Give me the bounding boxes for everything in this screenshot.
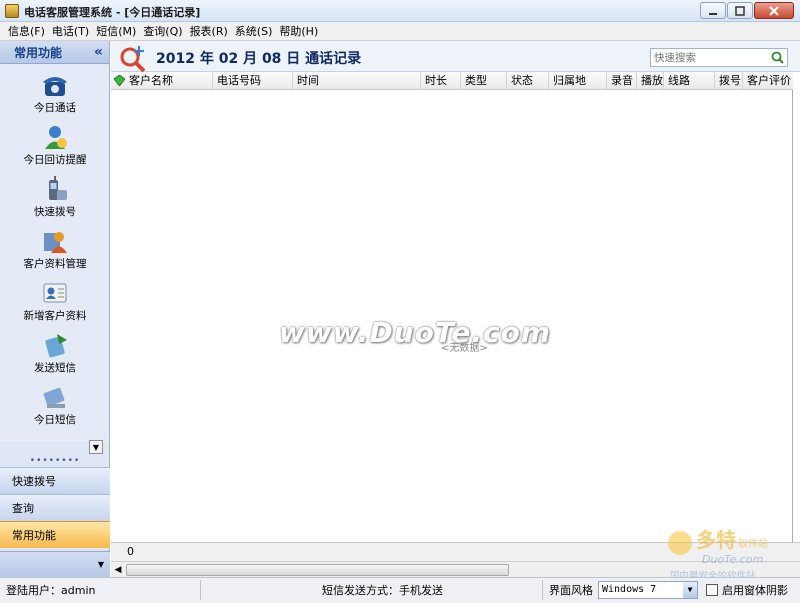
column-header-play[interactable]: 播放	[637, 72, 664, 90]
window-shadow-checkbox[interactable]	[706, 584, 718, 596]
duote-logo: 多特 软件站 DuoTe.com 国内最安全的软件站	[668, 528, 768, 581]
chevron-down-icon: ▼	[92, 442, 100, 452]
nav-query[interactable]: 查询	[0, 494, 110, 521]
logo-tag: 软件站	[738, 537, 768, 550]
sidebar-splitter[interactable]: ••••••••	[0, 457, 110, 466]
page-title: 2012 年 02 月 08 日 通话记录	[156, 51, 362, 67]
window-controls	[699, 2, 794, 19]
column-header-type[interactable]: 类型	[461, 72, 507, 90]
main-header: 2012 年 02 月 08 日 通话记录	[111, 41, 800, 72]
minimize-button[interactable]	[700, 2, 726, 19]
search-magnifier-icon	[120, 46, 146, 72]
sidebar-item-customer-data[interactable]: 客户资料管理	[0, 224, 110, 276]
customer-data-icon	[44, 232, 67, 253]
column-header-duration[interactable]: 时长	[421, 72, 461, 90]
menu-info[interactable]: 信息(F)	[8, 23, 45, 39]
column-header-line[interactable]: 线路	[664, 72, 715, 90]
sms-mode-text: 短信发送方式：手机发送	[322, 584, 443, 597]
chevron-down-icon[interactable]: ▼	[98, 560, 104, 569]
main-panel: 2012 年 02 月 08 日 通话记录 客户名称 电话号码 时间 时长 类型…	[111, 41, 800, 577]
close-icon	[769, 5, 779, 16]
sidebar-footer: ▼	[0, 551, 110, 577]
grid-header: 客户名称 电话号码 时间 时长 类型 状态 归属地 录音 播放 线路 拨号 客户…	[111, 72, 793, 90]
gem-icon	[114, 75, 125, 86]
sidebar-item-today-sms[interactable]: 今日短信	[0, 380, 110, 432]
today-sms-icon	[43, 387, 65, 408]
send-sms-icon	[45, 334, 67, 358]
column-header-time[interactable]: 时间	[293, 72, 421, 90]
status-bar: 登陆用户：admin 短信发送方式：手机发送 界面风格 Windows 7 ▼ …	[0, 577, 800, 603]
sidebar-item-label: 快速拨号	[34, 206, 76, 218]
search-icon[interactable]	[771, 51, 784, 64]
logo-domain: DuoTe.com	[702, 553, 763, 566]
column-header-recording[interactable]: 录音	[607, 72, 637, 90]
column-header-customer-rating[interactable]: 客户评价	[743, 72, 793, 90]
call-records-grid[interactable]: 客户名称 电话号码 时间 时长 类型 状态 归属地 录音 播放 线路 拨号 客户…	[111, 72, 793, 542]
menu-help[interactable]: 帮助(H)	[279, 23, 318, 39]
window-shadow-label: 启用窗体阴影	[722, 584, 788, 597]
status-divider	[200, 580, 201, 600]
column-header-status[interactable]: 状态	[507, 72, 549, 90]
sidebar: 常用功能 « 今日通话 今日回访提醒 快速拨号 客户资料管理 新增客户资料 发送…	[0, 41, 110, 577]
sidebar-item-label: 新增客户资料	[23, 310, 87, 322]
collapse-icon[interactable]: «	[94, 44, 103, 60]
column-header-location[interactable]: 归属地	[549, 72, 607, 90]
menu-query[interactable]: 查询(Q)	[143, 23, 182, 39]
menu-sms[interactable]: 短信(M)	[96, 23, 136, 39]
sidebar-item-label: 客户资料管理	[23, 258, 87, 270]
column-header-customer-name[interactable]: 客户名称	[125, 72, 213, 90]
chevron-down-icon[interactable]: ▼	[683, 582, 697, 598]
sidebar-item-add-customer[interactable]: 新增客户资料	[0, 276, 110, 328]
minimize-icon	[709, 12, 717, 15]
sidebar-item-label: 今日通话	[34, 102, 76, 114]
watermark: www.DuoTe.com	[279, 316, 551, 349]
menu-phone[interactable]: 电话(T)	[52, 23, 89, 39]
add-customer-icon	[43, 283, 67, 303]
phone-icon	[43, 77, 67, 96]
close-button[interactable]	[754, 2, 794, 19]
maximize-icon	[735, 5, 745, 16]
skin-select-value: Windows 7	[602, 584, 657, 595]
sidebar-items: 今日通话 今日回访提醒 快速拨号 客户资料管理 新增客户资料 发送短信 今日短信	[0, 64, 109, 442]
chevron-left-icon: ◀	[114, 565, 122, 575]
empty-grid-text: <无数据>	[441, 343, 488, 354]
sidebar-item-label: 今日短信	[34, 414, 76, 426]
column-header-phone-number[interactable]: 电话号码	[213, 72, 293, 90]
sidebar-item-label: 发送短信	[34, 362, 76, 374]
column-header-dial[interactable]: 拨号	[715, 72, 743, 90]
menu-system[interactable]: 系统(S)	[235, 23, 273, 39]
maximize-button[interactable]	[727, 2, 753, 19]
sidebar-item-today-revisit[interactable]: 今日回访提醒	[0, 120, 110, 172]
window-title: 电话客服管理系统 - [今日通话记录]	[24, 6, 201, 19]
sidebar-title: 常用功能	[14, 45, 63, 60]
nav-common-functions[interactable]: 常用功能	[0, 521, 110, 548]
quick-search-input[interactable]	[654, 51, 766, 64]
skin-select[interactable]: Windows 7 ▼	[598, 581, 698, 599]
nav-quick-dial[interactable]: 快速拨号	[0, 467, 110, 494]
user-reminder-icon	[45, 126, 67, 149]
title-bar: 电话客服管理系统 - [今日通话记录]	[0, 0, 800, 22]
sidebar-item-label: 今日回访提醒	[23, 154, 87, 166]
sidebar-header: 常用功能 «	[0, 41, 109, 64]
sidebar-item-today-calls[interactable]: 今日通话	[0, 68, 110, 120]
skin-label: 界面风格	[549, 584, 593, 597]
sidebar-item-quick-dial[interactable]: 快速拨号	[0, 172, 110, 224]
sidebar-scroll-down-button[interactable]: ▼	[89, 440, 103, 454]
menu-report[interactable]: 报表(R)	[190, 23, 228, 39]
sidebar-item-send-sms[interactable]: 发送短信	[0, 328, 110, 380]
status-divider	[542, 580, 543, 600]
mobile-phone-icon	[49, 176, 67, 200]
login-user-text: 登陆用户：admin	[6, 584, 96, 597]
scrollbar-thumb[interactable]	[126, 564, 509, 576]
quick-search-box	[650, 48, 788, 67]
logo-brand: 多特	[696, 528, 736, 552]
scroll-left-button[interactable]: ◀	[112, 564, 124, 576]
menu-bar: 信息(F) 电话(T) 短信(M) 查询(Q) 报表(R) 系统(S) 帮助(H…	[0, 22, 800, 41]
record-count: 0	[127, 545, 134, 558]
app-icon	[5, 4, 19, 18]
